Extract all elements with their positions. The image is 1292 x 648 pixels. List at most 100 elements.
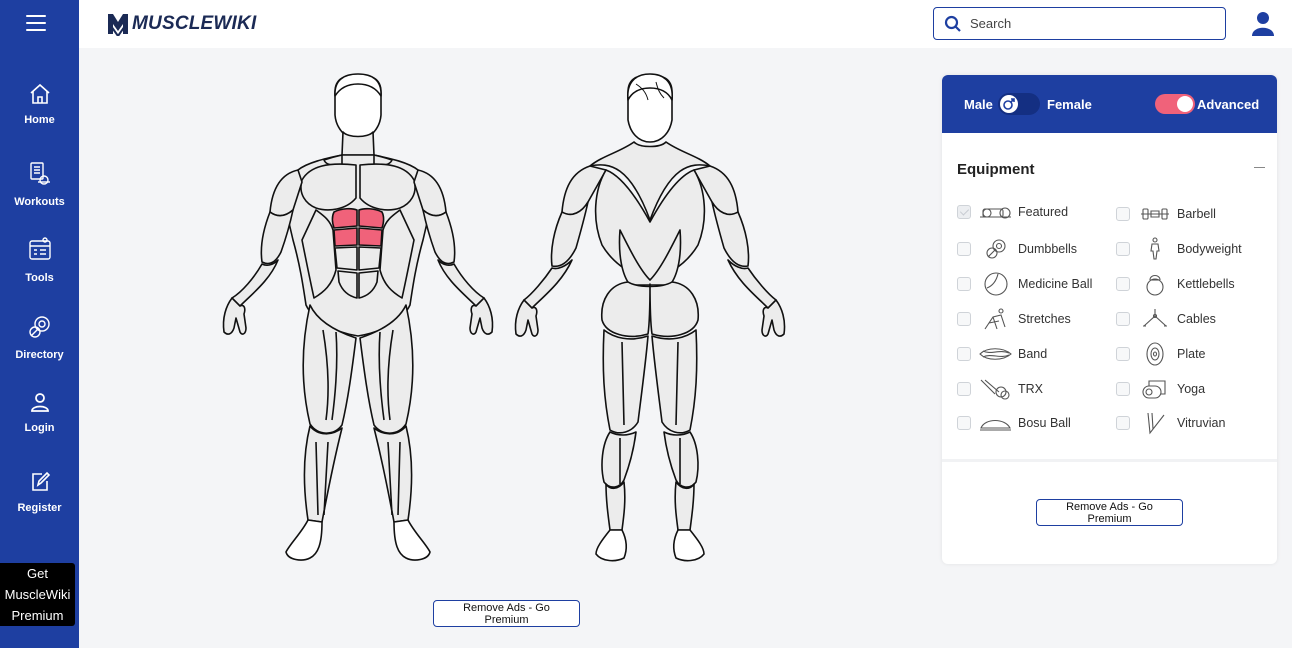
logo[interactable]: MUSCLEWIKI bbox=[107, 11, 256, 37]
back-glutes[interactable] bbox=[601, 281, 699, 338]
menu-icon[interactable] bbox=[26, 15, 46, 31]
back-hamstring-left[interactable] bbox=[602, 329, 649, 434]
remove-ads-button[interactable]: Remove Ads - Go Premium bbox=[1036, 499, 1183, 526]
sidebar-item-label: Tools bbox=[25, 272, 54, 284]
equipment-plate[interactable]: Plate bbox=[1116, 342, 1206, 366]
equipment-cables[interactable]: Cables bbox=[1116, 307, 1216, 331]
equipment-label: Plate bbox=[1177, 347, 1206, 361]
checkbox[interactable] bbox=[957, 382, 971, 396]
checkbox[interactable] bbox=[957, 416, 971, 430]
back-calf-right[interactable] bbox=[663, 431, 699, 488]
panel-divider bbox=[942, 459, 1277, 462]
checkbox[interactable] bbox=[957, 347, 971, 361]
checkbox[interactable] bbox=[1116, 382, 1130, 396]
equipment-yoga[interactable]: Yoga bbox=[1116, 377, 1205, 401]
back-foot-right bbox=[673, 529, 705, 562]
checkbox[interactable] bbox=[1116, 207, 1130, 221]
equipment-band[interactable]: Band bbox=[957, 342, 1047, 366]
gender-toggle[interactable] bbox=[998, 93, 1040, 115]
checkbox[interactable] bbox=[1116, 242, 1130, 256]
sidebar-item-home[interactable]: Home bbox=[0, 82, 79, 126]
checkbox[interactable] bbox=[1116, 277, 1130, 291]
checkbox[interactable] bbox=[1116, 347, 1130, 361]
back-body[interactable] bbox=[514, 73, 786, 562]
sidebar-item-tools[interactable]: Tools bbox=[0, 236, 79, 284]
cables-icon bbox=[1142, 309, 1167, 327]
user-account-icon[interactable] bbox=[1251, 11, 1275, 37]
equipment-label: Medicine Ball bbox=[1018, 277, 1093, 291]
equipment-trx[interactable]: TRX bbox=[957, 377, 1043, 401]
sidebar-item-label: Home bbox=[24, 114, 55, 126]
sidebar-item-directory[interactable]: Directory bbox=[0, 313, 79, 361]
remove-ads-button[interactable]: Remove Ads - Go Premium bbox=[433, 600, 580, 627]
front-bicep-left[interactable] bbox=[260, 209, 294, 265]
checkbox[interactable] bbox=[1116, 312, 1130, 326]
male-icon bbox=[1003, 98, 1015, 110]
equipment-label: Dumbbells bbox=[1018, 242, 1078, 256]
trx-icon bbox=[980, 379, 1010, 400]
collapse-icon[interactable] bbox=[1254, 167, 1265, 168]
edit-icon bbox=[31, 471, 50, 491]
front-shin-left[interactable] bbox=[303, 425, 343, 523]
front-forearm-right[interactable] bbox=[437, 259, 486, 308]
equipment-stretches[interactable]: Stretches bbox=[957, 307, 1071, 331]
header: MUSCLEWIKI bbox=[79, 0, 1292, 48]
equipment-bodyweight[interactable]: Bodyweight bbox=[1116, 237, 1242, 261]
sidebar-item-label: Login bbox=[24, 422, 55, 434]
dumbbells-icon bbox=[985, 239, 1006, 259]
get-premium-button[interactable]: Get MuscleWiki Premium bbox=[0, 563, 75, 626]
workouts-icon bbox=[29, 162, 50, 185]
sidebar-item-workouts[interactable]: Workouts bbox=[0, 160, 79, 208]
vitruvian-icon bbox=[1146, 412, 1164, 435]
checkbox[interactable] bbox=[957, 205, 971, 219]
back-ankle-left bbox=[605, 481, 626, 531]
logo-text: MUSCLEWIKI bbox=[132, 13, 257, 34]
equipment-kettlebells[interactable]: Kettlebells bbox=[1116, 272, 1235, 296]
equipment-vitruvian[interactable]: Vitruvian bbox=[1116, 411, 1225, 435]
equipment-label: Bosu Ball bbox=[1018, 416, 1071, 430]
back-calf-left[interactable] bbox=[601, 431, 637, 488]
equipment-label: Cables bbox=[1177, 312, 1216, 326]
panel-header: Male Female Advanced bbox=[942, 75, 1277, 133]
back-ankle-right bbox=[674, 481, 695, 531]
bosu-ball-icon bbox=[980, 419, 1011, 431]
back-forearm-left[interactable] bbox=[522, 259, 573, 310]
front-bicep-right[interactable] bbox=[422, 209, 456, 265]
female-label: Female bbox=[1047, 97, 1092, 112]
search-box[interactable] bbox=[933, 7, 1226, 40]
front-foot-left bbox=[285, 519, 323, 561]
premium-line: Get bbox=[27, 566, 48, 581]
tools-icon bbox=[28, 237, 51, 260]
checkbox[interactable] bbox=[957, 312, 971, 326]
checkbox[interactable] bbox=[1116, 416, 1130, 430]
medicine-ball-icon bbox=[983, 272, 1008, 296]
equipment-label: Yoga bbox=[1177, 382, 1206, 396]
barbell-icon bbox=[1140, 208, 1169, 220]
equipment-dumbbells[interactable]: Dumbbells bbox=[957, 237, 1077, 261]
search-input[interactable] bbox=[970, 16, 1210, 31]
equipment-featured[interactable]: Featured bbox=[957, 200, 1068, 224]
sidebar-item-login[interactable]: Login bbox=[0, 390, 79, 434]
advanced-toggle[interactable] bbox=[1155, 94, 1195, 114]
back-forearm-right[interactable] bbox=[727, 259, 778, 310]
front-forearm-left[interactable] bbox=[230, 259, 279, 308]
featured-icon bbox=[980, 207, 1011, 219]
sidebar-item-label: Workouts bbox=[14, 196, 65, 208]
equipment-medicine-ball[interactable]: Medicine Ball bbox=[957, 272, 1092, 296]
advanced-label: Advanced bbox=[1197, 97, 1260, 112]
checkbox[interactable] bbox=[957, 277, 971, 291]
muscle-map[interactable] bbox=[218, 70, 788, 570]
stretches-icon bbox=[984, 308, 1006, 330]
bodyweight-icon bbox=[1149, 237, 1160, 260]
sidebar-item-register[interactable]: Register bbox=[0, 470, 79, 514]
equipment-bosu-ball[interactable]: Bosu Ball bbox=[957, 411, 1071, 435]
equipment-barbell[interactable]: Barbell bbox=[1116, 202, 1216, 226]
equipment-label: Band bbox=[1018, 347, 1048, 361]
front-body[interactable] bbox=[222, 73, 494, 561]
male-label: Male bbox=[964, 97, 993, 112]
back-hamstring-right[interactable] bbox=[651, 329, 698, 434]
front-shin-right[interactable] bbox=[373, 425, 413, 523]
checkbox[interactable] bbox=[957, 242, 971, 256]
plate-icon bbox=[1145, 342, 1164, 366]
kettlebells-icon bbox=[1145, 274, 1164, 296]
